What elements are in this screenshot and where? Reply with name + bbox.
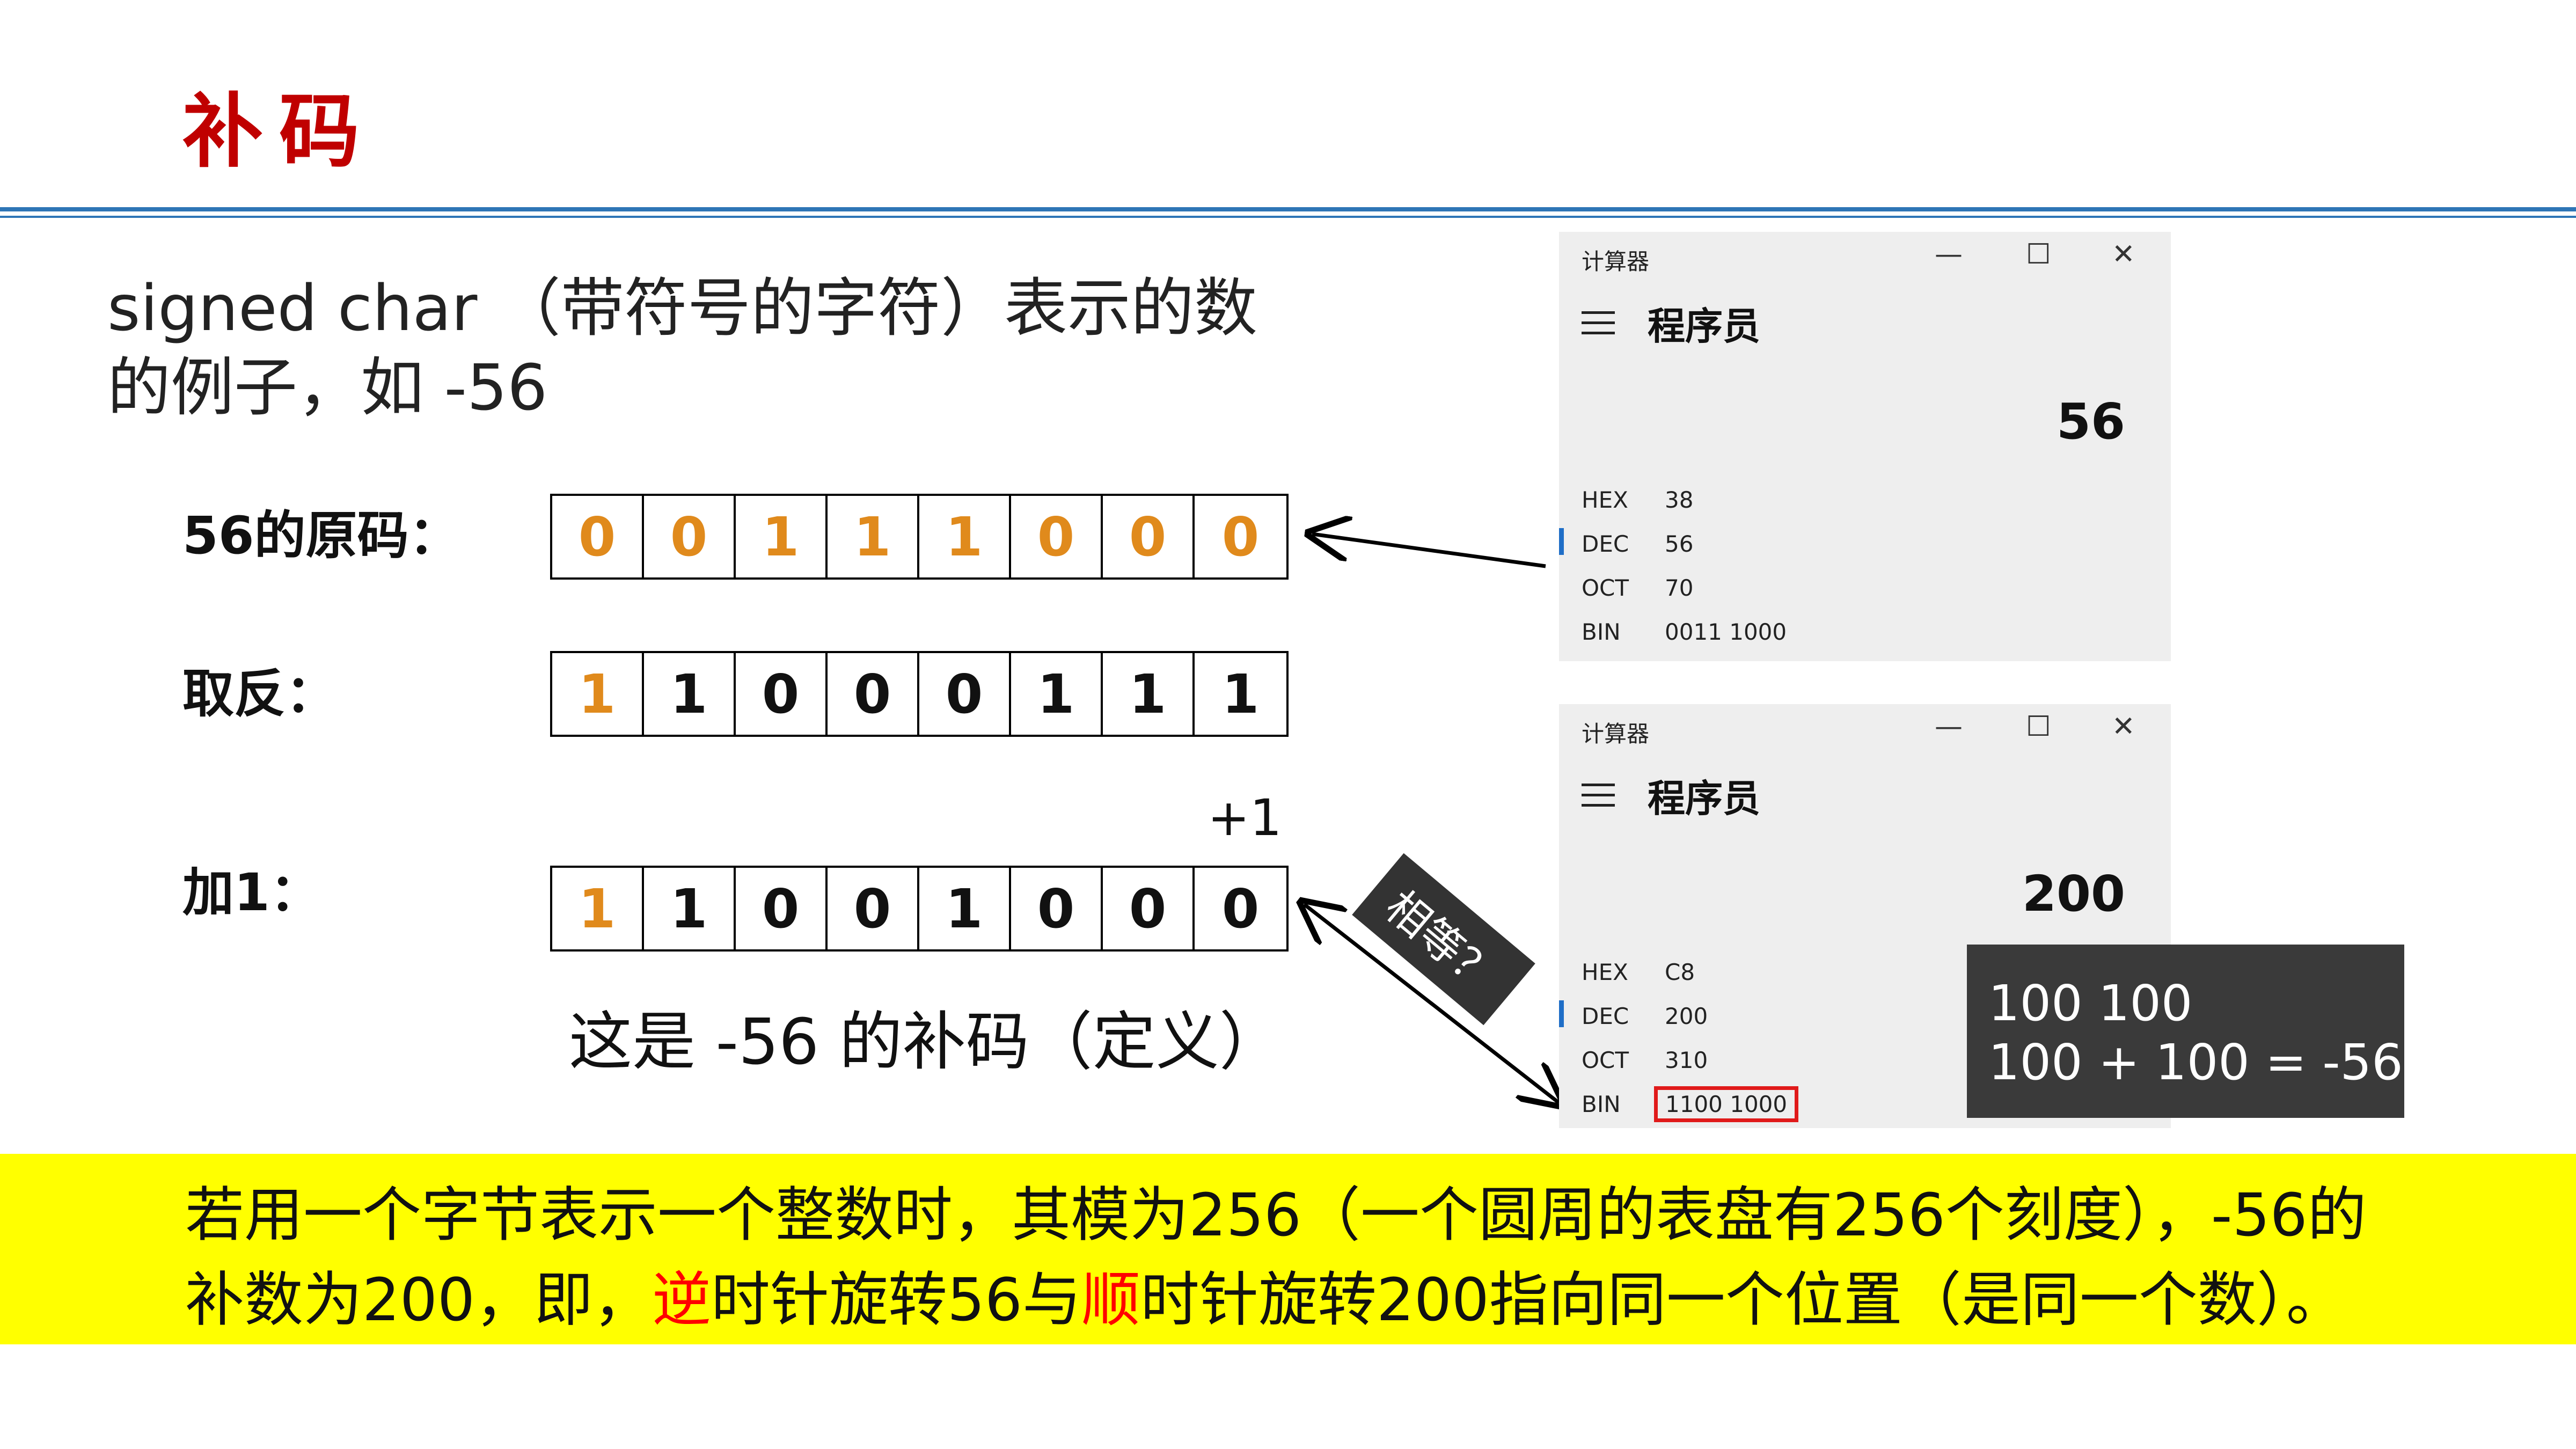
close-icon[interactable]: ✕ [2112,238,2135,270]
note-box: 100 100 100 + 100 = -56 [1967,945,2404,1118]
close-icon[interactable]: ✕ [2112,711,2135,743]
base-row-oct[interactable]: OCT 310 [1582,1047,1708,1073]
hamburger-menu-icon[interactable] [1582,784,1615,807]
calc-window-title: 计算器 [1582,248,1650,275]
calc-mode-title: 程序员 [1648,777,1760,821]
base-row-bin[interactable]: BIN 1100 1000 [1582,1086,1799,1122]
base-row-dec[interactable]: DEC 200 [1582,1003,1708,1029]
base-row-bin[interactable]: BIN 0011 1000 [1582,619,1787,645]
minimize-icon[interactable]: — [1935,711,1963,743]
summary-line-1: 若用一个字节表示一个整数时，其模为256（一个圆周的表盘有256个刻度），-56… [185,1181,2367,1249]
calc-display-value: 56 [2056,393,2125,450]
dec-selected-marker [1559,1000,1564,1027]
note-line-2: 100 + 100 = -56 [1988,1034,2403,1091]
calc-window-title: 计算器 [1582,721,1650,747]
base-row-dec[interactable]: DEC 56 [1582,531,1693,557]
summary-line-2: 补数为200，即，逆时针旋转56与顺时针旋转200指向同一个位置（是同一个数）。 [185,1265,2345,1334]
calculator-window-56: 计算器 — ☐ ✕ 程序员 56 HEX 38 DEC 56 OCT 70 BIN 00… [1559,232,2171,661]
bin-highlight-box: 1100 1000 [1654,1086,1799,1122]
hamburger-menu-icon[interactable] [1582,311,1615,335]
highlight-counterclockwise: 逆 [652,1265,711,1334]
note-line-1: 100 100 [1988,975,2193,1032]
base-row-oct[interactable]: OCT 70 [1582,575,1693,601]
calc-display-value: 200 [2022,865,2125,923]
minimize-icon[interactable]: — [1935,238,1963,270]
maximize-icon[interactable]: ☐ [2026,238,2051,270]
maximize-icon[interactable]: ☐ [2026,711,2051,743]
base-row-hex[interactable]: HEX C8 [1582,959,1695,985]
highlight-clockwise: 顺 [1081,1265,1140,1334]
base-row-hex[interactable]: HEX 38 [1582,487,1693,513]
summary-text: 若用一个字节表示一个整数时，其模为256（一个圆周的表盘有256个刻度），-56… [185,1173,2367,1342]
arrow-calc-to-original [1312,534,1546,568]
dec-selected-marker [1559,528,1564,555]
calc-mode-title: 程序员 [1648,304,1760,348]
